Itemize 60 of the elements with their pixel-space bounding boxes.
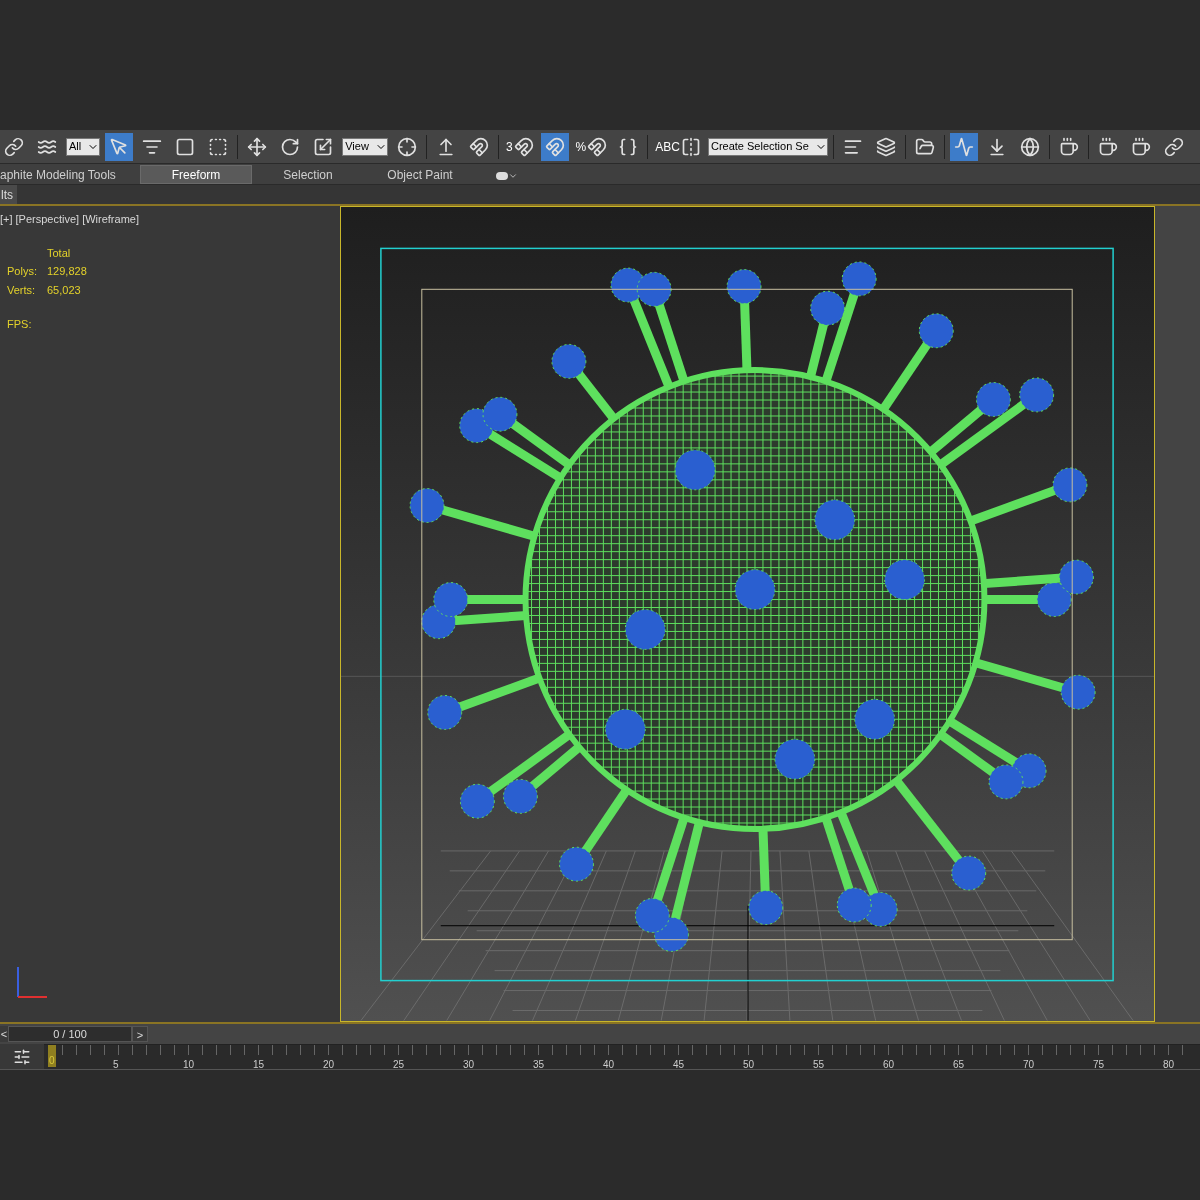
fps-label: FPS: xyxy=(6,317,33,332)
frame-number: 50 xyxy=(743,1058,755,1072)
ribbon-tab[interactable]: Freeform xyxy=(140,165,252,184)
toolbar-button[interactable] xyxy=(949,132,978,161)
frame-number: 35 xyxy=(533,1058,545,1072)
frame-number: 5 xyxy=(113,1058,119,1072)
frame-number: 10 xyxy=(183,1058,195,1072)
frame-number: 25 xyxy=(393,1058,405,1072)
dashed-square-icon xyxy=(208,136,229,157)
toolbar-button[interactable]: 3 xyxy=(503,132,536,161)
toolbar-button[interactable]: % xyxy=(573,132,610,161)
frame-number: 55 xyxy=(813,1058,825,1072)
ribbon-tab[interactable]: aphite Modeling Tools xyxy=(0,165,140,184)
dropdown-field[interactable]: Create Selection Se xyxy=(707,137,828,156)
ribbon-tab[interactable]: Selection xyxy=(252,165,364,184)
frame-number: 45 xyxy=(673,1058,685,1072)
dropdown-field[interactable]: All xyxy=(66,137,101,156)
time-slider-frame[interactable]: 0 / 100 xyxy=(8,1026,132,1042)
frame-number: 20 xyxy=(323,1058,335,1072)
move-icon xyxy=(247,136,268,157)
frame-number: 65 xyxy=(953,1058,965,1072)
scale-icon xyxy=(313,136,334,157)
frame-number: 40 xyxy=(603,1058,615,1072)
curve-icon xyxy=(953,136,974,157)
chain-link-icon xyxy=(1163,136,1184,157)
track-bar-toggle-icon[interactable] xyxy=(13,1047,31,1066)
axis-gizmo-icon xyxy=(15,964,49,1000)
stats-header: Total xyxy=(47,245,72,261)
rotate-icon xyxy=(280,136,301,157)
frame-number: 30 xyxy=(463,1058,475,1072)
stats-value: 129,828 xyxy=(47,264,88,279)
magnet-icon xyxy=(587,136,608,157)
toolbar-button[interactable] xyxy=(540,132,569,161)
frame-number: 60 xyxy=(883,1058,895,1072)
viewport-label[interactable]: [+] xyxy=(0,211,13,228)
layers-icon xyxy=(875,136,896,157)
chain-link-icon xyxy=(4,136,24,157)
viewport-label[interactable]: [Wireframe] xyxy=(82,211,139,228)
crosshair-icon xyxy=(396,136,417,157)
stats-label: Verts: xyxy=(7,282,37,298)
magnet-icon xyxy=(468,136,489,157)
magnet-icon xyxy=(513,136,534,157)
viewport-label[interactable]: [Perspective] xyxy=(15,211,80,228)
stats-value: 65,023 xyxy=(47,282,82,298)
ribbon-subtab[interactable]: lts xyxy=(0,185,17,204)
ribbon-tab[interactable]: Object Paint xyxy=(364,165,476,184)
dropdown-field[interactable]: View xyxy=(342,137,388,156)
magnet-icon xyxy=(544,136,565,157)
next-frame-button[interactable]: > xyxy=(132,1026,148,1042)
frame-number: 15 xyxy=(253,1058,265,1072)
perspective-viewport[interactable] xyxy=(340,206,1155,1022)
toolbar-button[interactable]: ABC xyxy=(653,132,703,161)
folder-icon xyxy=(914,136,935,157)
frame-number: 80 xyxy=(1163,1058,1175,1072)
frame-number: 75 xyxy=(1093,1058,1105,1072)
stats-label: Polys: xyxy=(7,264,38,279)
previous-frame-button[interactable]: < xyxy=(0,1026,8,1042)
ribbon-options-icon[interactable] xyxy=(496,171,518,181)
frame-number: 70 xyxy=(1023,1058,1035,1072)
toolbar-button[interactable] xyxy=(105,132,134,161)
